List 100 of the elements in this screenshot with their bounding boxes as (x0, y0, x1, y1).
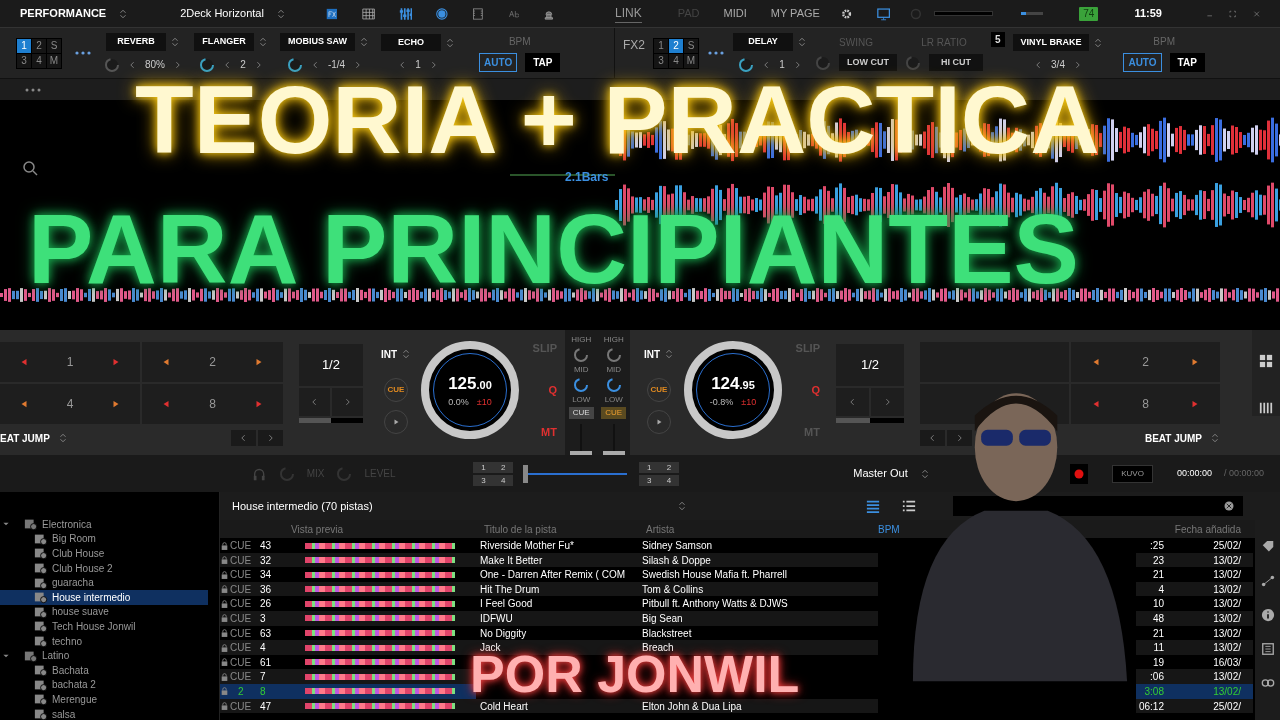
channel-button[interactable]: 2 (493, 461, 514, 473)
chevron-left-icon[interactable] (928, 433, 937, 443)
search-icon[interactable] (22, 160, 38, 176)
deck-select-button[interactable]: 4 (32, 53, 46, 68)
record-icon[interactable] (436, 5, 448, 22)
up-down-arrows-icon[interactable] (664, 347, 675, 361)
beat-jump-select[interactable]: BEAT JUMP (1144, 430, 1202, 446)
knob[interactable] (605, 347, 622, 363)
cue-button[interactable]: CUE (601, 407, 627, 419)
track-row[interactable]: CUE 47 Cold Heart Elton John & Dua Lipa (220, 698, 878, 714)
skin-select[interactable]: 2Deck Horizontal (180, 5, 264, 22)
deck-select-button[interactable]: 1 (17, 38, 31, 53)
deck-select-button[interactable]: S (47, 38, 61, 53)
lock-icon[interactable] (220, 598, 229, 609)
info-icon[interactable] (1260, 608, 1275, 622)
effect-select[interactable]: MOBIUS SAW (280, 33, 356, 51)
monitor-icon[interactable] (877, 5, 891, 22)
channel-button[interactable]: 3 (473, 474, 494, 486)
playlist-item[interactable]: techno (0, 633, 208, 649)
deck-select-button[interactable]: M (47, 53, 61, 68)
chevron-right-icon[interactable] (955, 433, 964, 443)
pad[interactable]: 1 (0, 342, 141, 382)
playlist-item[interactable]: House intermedio (0, 589, 208, 605)
pad[interactable]: 2 (1071, 342, 1220, 382)
deck-select-button[interactable]: 2 (669, 38, 683, 53)
effect-select[interactable]: ECHO (381, 33, 442, 52)
list-icon[interactable] (1260, 642, 1275, 656)
chevron-left-icon[interactable] (309, 397, 319, 407)
playlist-item[interactable]: Club House 2 (0, 560, 208, 576)
deck-select-button[interactable]: 3 (654, 53, 668, 68)
column-header[interactable]: Fecha añadida (1168, 521, 1253, 537)
int-select[interactable]: INT (380, 346, 398, 362)
lock-icon[interactable] (220, 540, 229, 551)
up-down-arrows-icon[interactable] (57, 431, 68, 445)
lock-icon[interactable] (220, 642, 229, 653)
link-icon[interactable] (1260, 676, 1275, 690)
chevron-left-icon[interactable] (128, 59, 137, 70)
knob[interactable] (605, 377, 622, 393)
volume-fader[interactable] (570, 424, 593, 455)
deck-select-button[interactable]: M (684, 53, 698, 68)
up-down-arrows-icon[interactable] (170, 35, 180, 49)
playlist-item[interactable]: salsa (0, 706, 208, 720)
lock-icon[interactable] (220, 555, 229, 566)
knob[interactable] (573, 377, 590, 393)
lock-icon[interactable] (220, 701, 229, 712)
playlist-item[interactable]: Bachata (0, 662, 208, 678)
auto-button[interactable]: AUTO (479, 53, 518, 72)
lock-icon[interactable] (220, 584, 229, 595)
deck-select-button[interactable]: 3 (17, 53, 31, 68)
list-view-icon[interactable] (865, 499, 881, 513)
lock-icon[interactable] (220, 613, 229, 624)
playlist-item[interactable]: Big Room (0, 531, 208, 547)
playlist-item[interactable]: Merengue (0, 692, 208, 707)
up-down-arrows-icon[interactable] (258, 35, 268, 49)
jog-wheel[interactable]: 124.95 -0.8% ±10 (684, 341, 782, 439)
cue-button[interactable]: CUE (568, 407, 594, 419)
pad[interactable]: 2 (142, 342, 283, 382)
kuvo-button[interactable]: KUVO (1112, 464, 1153, 483)
jog-wheel[interactable]: 125.00 0.0% ±10 (421, 341, 519, 439)
layout-select[interactable]: PERFORMANCE (20, 5, 107, 22)
playlist-item[interactable]: bachata 2 (0, 677, 208, 693)
clear-icon[interactable] (1223, 500, 1235, 512)
tag-icon[interactable] (1260, 540, 1275, 554)
up-down-arrows-icon[interactable] (1210, 431, 1220, 445)
volume-fader[interactable] (602, 424, 625, 455)
deck-select-button[interactable]: 2 (32, 38, 46, 53)
up-down-arrows-icon[interactable] (676, 499, 687, 513)
channel-button[interactable]: 1 (639, 461, 660, 473)
auto-button[interactable]: AUTO (1123, 53, 1162, 72)
up-down-arrows-icon[interactable] (359, 35, 370, 49)
knob[interactable] (573, 347, 590, 363)
channel-button[interactable]: 2 (658, 461, 679, 473)
tap-button[interactable]: TAP (1169, 53, 1205, 72)
beat-jump-select[interactable]: EAT JUMP (0, 430, 50, 446)
chevron-left-icon[interactable] (238, 433, 248, 443)
grid-icon[interactable] (1259, 354, 1273, 368)
column-header[interactable]: Artista (638, 521, 878, 537)
list-icon[interactable] (901, 499, 917, 513)
channel-button[interactable]: 4 (658, 474, 679, 486)
channel-button[interactable]: 1 (473, 461, 494, 473)
link-button[interactable]: LINK (615, 4, 642, 23)
effect-select[interactable]: REVERB (106, 33, 166, 51)
more-options-icon[interactable] (707, 49, 725, 57)
search-field[interactable] (953, 496, 1243, 516)
deck-select-button[interactable]: S (684, 38, 698, 53)
pad[interactable]: 8 (1071, 384, 1220, 424)
track-details[interactable]: :06 13/02/ (1136, 669, 1253, 684)
bars-icon[interactable] (1259, 400, 1273, 416)
deck-select-button[interactable]: 1 (654, 38, 668, 53)
playlist-item[interactable]: Club House (0, 546, 208, 561)
crossfader[interactable] (523, 464, 628, 483)
channel-button[interactable]: 3 (639, 474, 660, 486)
nodes-icon[interactable] (1260, 574, 1275, 588)
mixer-sliders-icon[interactable] (398, 5, 413, 22)
playlist-item[interactable]: Tech House Jonwil (0, 619, 208, 634)
column-header[interactable]: BPM (878, 523, 900, 535)
playlist-item[interactable]: house suave (0, 604, 208, 620)
up-down-arrows-icon[interactable] (401, 347, 412, 361)
chevron-right-icon[interactable] (883, 397, 892, 407)
lock-icon[interactable] (220, 569, 229, 580)
